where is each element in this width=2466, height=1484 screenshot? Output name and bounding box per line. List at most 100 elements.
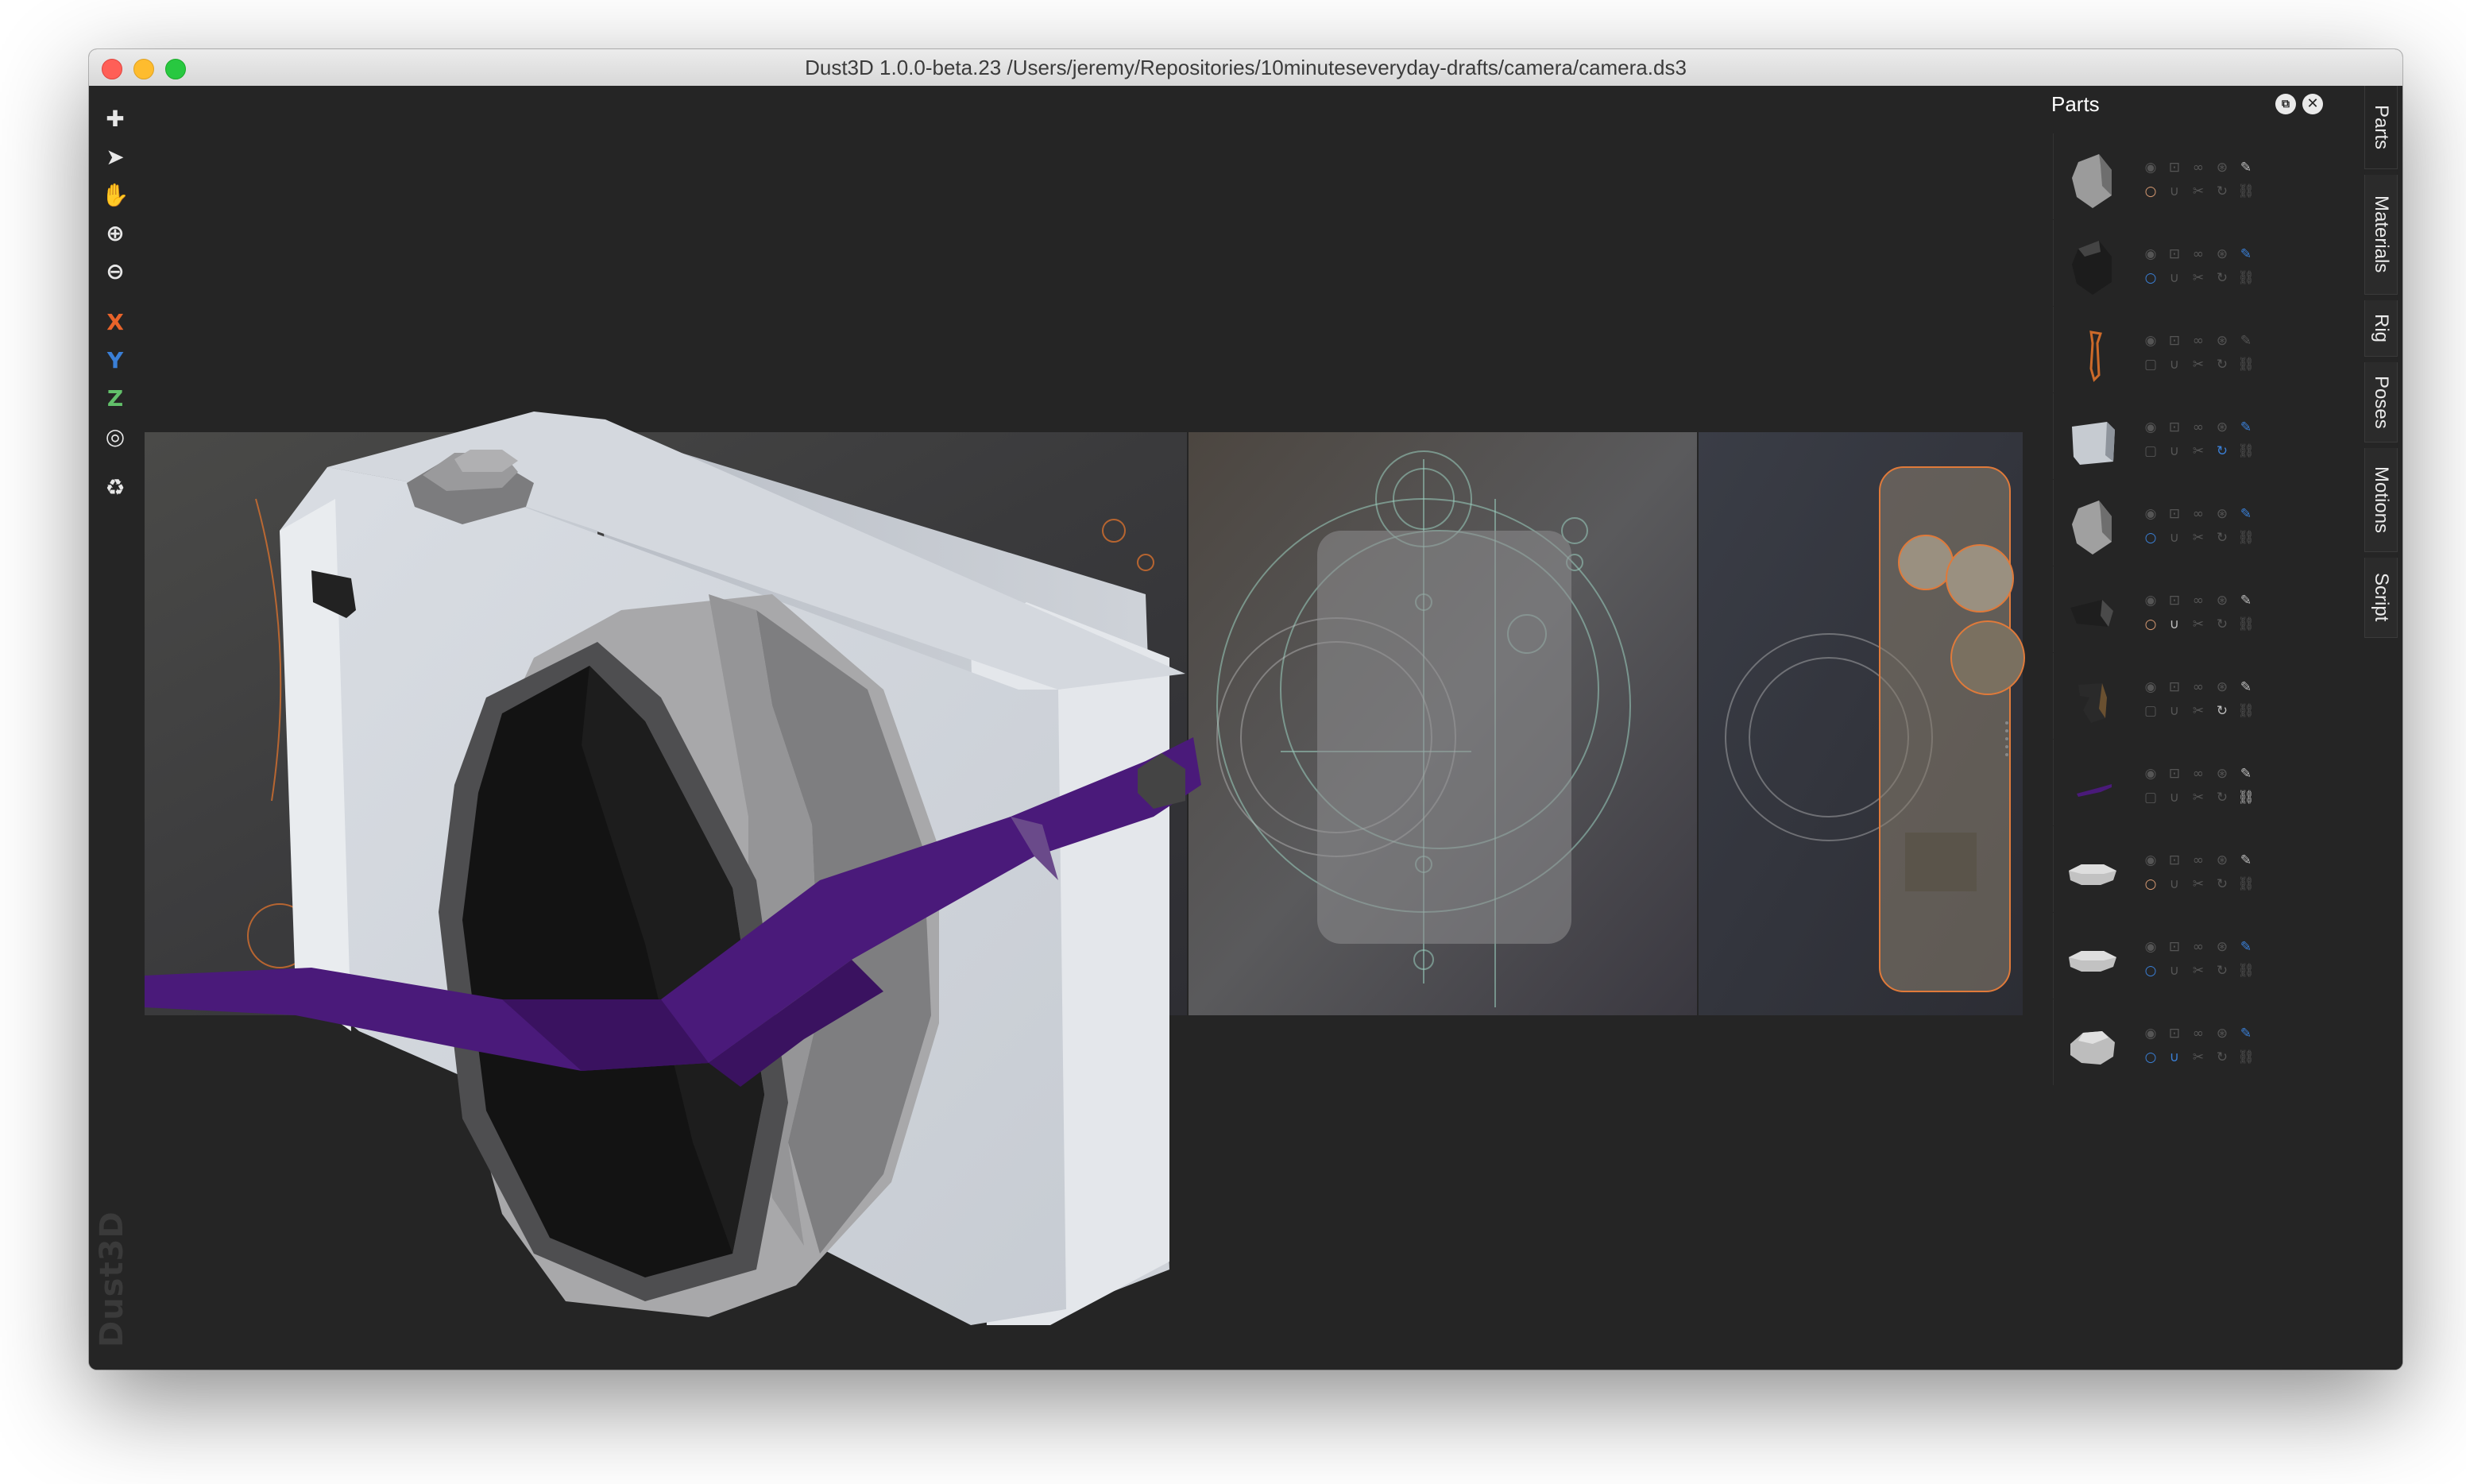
part-row[interactable]: ◉ ⊡ ∞ ⊛ ✎ ▢ ∪ ✂ ↻ ⛓ — [2045, 393, 2283, 479]
magnet-icon[interactable]: ∪ — [2163, 960, 2186, 982]
magnet-icon[interactable]: ∪ — [2163, 873, 2186, 895]
part-thumbnail[interactable] — [2061, 666, 2128, 732]
zoom-out-icon[interactable]: ⊖ — [99, 254, 132, 288]
lock-icon[interactable]: ⊡ — [2163, 849, 2186, 871]
rotate-icon[interactable]: ↻ — [2210, 354, 2234, 376]
tab-materials[interactable]: Materials — [2364, 175, 2398, 295]
globe-icon[interactable]: ⊛ — [2210, 503, 2234, 525]
part-thumbnail[interactable] — [2061, 752, 2128, 819]
color-circle-icon[interactable]: ○ — [2139, 180, 2163, 203]
tab-motions[interactable]: Motions — [2364, 448, 2398, 552]
rotate-icon[interactable]: ↻ — [2210, 527, 2234, 549]
brush-icon[interactable]: ✎ — [2234, 763, 2258, 785]
part-row[interactable]: ◉ ⊡ ∞ ⊛ ✎ ▢ ∪ ✂ ↻ ⛓ — [2045, 740, 2283, 825]
z-axis-toggle[interactable]: Z — [99, 381, 132, 415]
globe-icon[interactable]: ⊛ — [2210, 589, 2234, 612]
lock-icon[interactable]: ⊡ — [2163, 330, 2186, 352]
rotate-icon[interactable]: ↻ — [2210, 1046, 2234, 1069]
link-icon[interactable]: ∞ — [2186, 936, 2210, 958]
rotate-icon[interactable]: ↻ — [2210, 613, 2234, 636]
chain-icon[interactable]: ⛓ — [2234, 440, 2258, 462]
eye-icon[interactable]: ◉ — [2139, 503, 2163, 525]
color-circle-icon[interactable]: ▢ — [2139, 354, 2163, 376]
panel-splitter[interactable] — [2005, 721, 2010, 756]
lock-icon[interactable]: ⊡ — [2163, 589, 2186, 612]
lock-icon[interactable]: ⊡ — [2163, 503, 2186, 525]
link-icon[interactable]: ∞ — [2186, 676, 2210, 698]
close-panel-button[interactable]: ✕ — [2302, 94, 2323, 114]
eye-icon[interactable]: ◉ — [2139, 416, 2163, 439]
scissors-icon[interactable]: ✂ — [2186, 267, 2210, 289]
color-circle-icon[interactable]: ○ — [2139, 1046, 2163, 1069]
part-row[interactable]: ◉ ⊡ ∞ ⊛ ✎ ○ ∪ ✂ ↻ ⛓ — [2045, 913, 2283, 999]
magnet-icon[interactable]: ∪ — [2163, 786, 2186, 809]
y-axis-toggle[interactable]: Y — [99, 343, 132, 377]
magnet-icon[interactable]: ∪ — [2163, 267, 2186, 289]
eye-icon[interactable]: ◉ — [2139, 589, 2163, 612]
brush-icon[interactable]: ✎ — [2234, 589, 2258, 612]
lock-icon[interactable]: ⊡ — [2163, 676, 2186, 698]
rotate-icon[interactable]: ↻ — [2210, 960, 2234, 982]
magnet-icon[interactable]: ∪ — [2163, 527, 2186, 549]
link-icon[interactable]: ∞ — [2186, 243, 2210, 265]
eye-icon[interactable]: ◉ — [2139, 763, 2163, 785]
chain-icon[interactable]: ⛓ — [2234, 960, 2258, 982]
color-circle-icon[interactable]: ○ — [2139, 960, 2163, 982]
part-row[interactable]: ◉ ⊡ ∞ ⊛ ✎ ○ ∪ ✂ ↻ ⛓ — [2045, 826, 2283, 912]
lock-icon[interactable]: ⊡ — [2163, 1022, 2186, 1045]
hand-icon[interactable]: ✋ — [99, 178, 132, 211]
link-icon[interactable]: ∞ — [2186, 416, 2210, 439]
part-thumbnail[interactable] — [2061, 579, 2128, 646]
rotate-icon[interactable]: ↻ — [2210, 440, 2234, 462]
chain-icon[interactable]: ⛓ — [2234, 180, 2258, 203]
brush-icon[interactable]: ✎ — [2234, 416, 2258, 439]
part-thumbnail[interactable] — [2061, 233, 2128, 300]
magnet-icon[interactable]: ∪ — [2163, 354, 2186, 376]
model-viewport[interactable]: ✚ ➤ ✋ ⊕ ⊖ X Y Z ◎ ♻ Dust3D — [89, 86, 2123, 1370]
magnet-icon[interactable]: ∪ — [2163, 1046, 2186, 1069]
globe-icon[interactable]: ⊛ — [2210, 849, 2234, 871]
tab-poses[interactable]: Poses — [2364, 362, 2398, 442]
part-row[interactable]: ◉ ⊡ ∞ ⊛ ✎ ○ ∪ ✂ ↻ ⛓ — [2045, 133, 2283, 219]
scissors-icon[interactable]: ✂ — [2186, 1046, 2210, 1069]
link-icon[interactable]: ∞ — [2186, 157, 2210, 179]
eye-icon[interactable]: ◉ — [2139, 243, 2163, 265]
color-circle-icon[interactable]: ▢ — [2139, 700, 2163, 722]
link-icon[interactable]: ∞ — [2186, 849, 2210, 871]
brush-icon[interactable]: ✎ — [2234, 849, 2258, 871]
link-icon[interactable]: ∞ — [2186, 763, 2210, 785]
color-circle-icon[interactable]: ○ — [2139, 267, 2163, 289]
scissors-icon[interactable]: ✂ — [2186, 873, 2210, 895]
link-icon[interactable]: ∞ — [2186, 503, 2210, 525]
magnet-icon[interactable]: ∪ — [2163, 180, 2186, 203]
scissors-icon[interactable]: ✂ — [2186, 180, 2210, 203]
magnet-icon[interactable]: ∪ — [2163, 700, 2186, 722]
part-row[interactable]: ◉ ⊡ ∞ ⊛ ✎ ○ ∪ ✂ ↻ ⛓ — [2045, 480, 2283, 566]
globe-icon[interactable]: ⊛ — [2210, 676, 2234, 698]
lock-icon[interactable]: ⊡ — [2163, 763, 2186, 785]
brush-icon[interactable]: ✎ — [2234, 503, 2258, 525]
globe-icon[interactable]: ⊛ — [2210, 243, 2234, 265]
eye-icon[interactable]: ◉ — [2139, 157, 2163, 179]
lock-icon[interactable]: ⊡ — [2163, 416, 2186, 439]
link-icon[interactable]: ∞ — [2186, 589, 2210, 612]
chain-icon[interactable]: ⛓ — [2234, 1046, 2258, 1069]
globe-icon[interactable]: ⊛ — [2210, 330, 2234, 352]
part-thumbnail[interactable] — [2061, 319, 2128, 386]
part-thumbnail[interactable] — [2061, 926, 2128, 992]
brush-icon[interactable]: ✎ — [2234, 1022, 2258, 1045]
brush-icon[interactable]: ✎ — [2234, 330, 2258, 352]
x-axis-toggle[interactable]: X — [99, 305, 132, 338]
part-row[interactable]: ◉ ⊡ ∞ ⊛ ✎ ○ ∪ ✂ ↻ ⛓ — [2045, 999, 2283, 1085]
globe-icon[interactable]: ⊛ — [2210, 157, 2234, 179]
globe-icon[interactable]: ⊛ — [2210, 416, 2234, 439]
part-thumbnail[interactable] — [2061, 493, 2128, 559]
tab-rig[interactable]: Rig — [2364, 300, 2398, 357]
float-panel-button[interactable]: ⧉ — [2275, 94, 2296, 114]
scissors-icon[interactable]: ✂ — [2186, 700, 2210, 722]
radius-icon[interactable]: ◎ — [99, 419, 132, 453]
brush-icon[interactable]: ✎ — [2234, 243, 2258, 265]
part-thumbnail[interactable] — [2061, 146, 2128, 213]
chain-icon[interactable]: ⛓ — [2234, 613, 2258, 636]
lock-icon[interactable]: ⊡ — [2163, 243, 2186, 265]
